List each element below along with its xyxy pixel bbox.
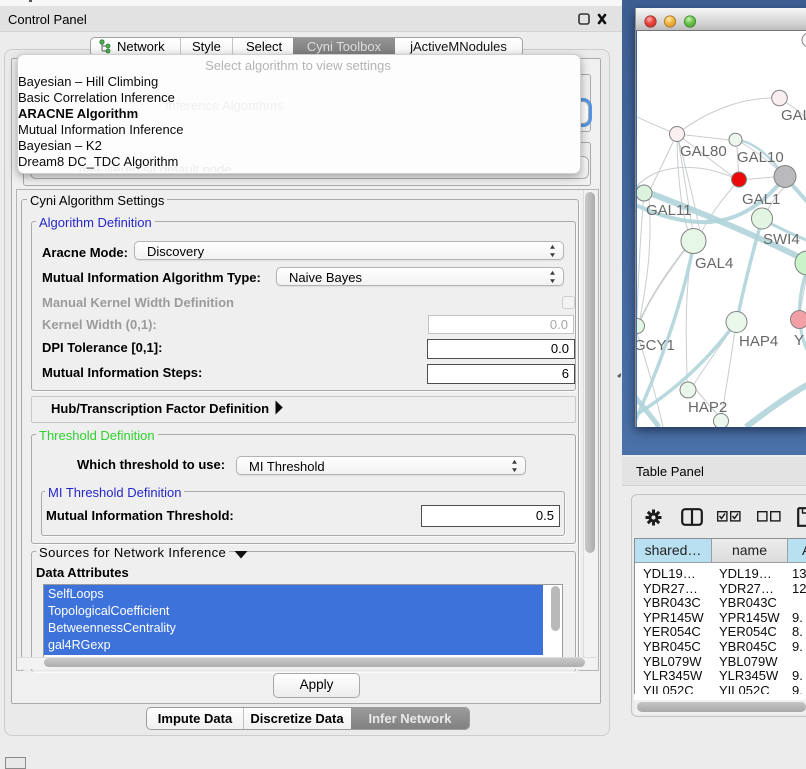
- svg-text:GCY1: GCY1: [637, 337, 675, 354]
- svg-text:Y: Y: [794, 332, 804, 349]
- svg-text:GAL80: GAL80: [680, 143, 727, 160]
- svg-text:GAL2: GAL2: [781, 107, 806, 124]
- svg-text:SWI4: SWI4: [763, 231, 800, 248]
- svg-text:GAL4: GAL4: [695, 255, 733, 272]
- svg-text:HAP2: HAP2: [688, 399, 727, 416]
- svg-text:GAL10: GAL10: [737, 149, 784, 166]
- svg-text:GAL1: GAL1: [742, 191, 780, 208]
- svg-text:GAL11: GAL11: [646, 202, 692, 219]
- svg-text:HAP4: HAP4: [739, 333, 778, 350]
